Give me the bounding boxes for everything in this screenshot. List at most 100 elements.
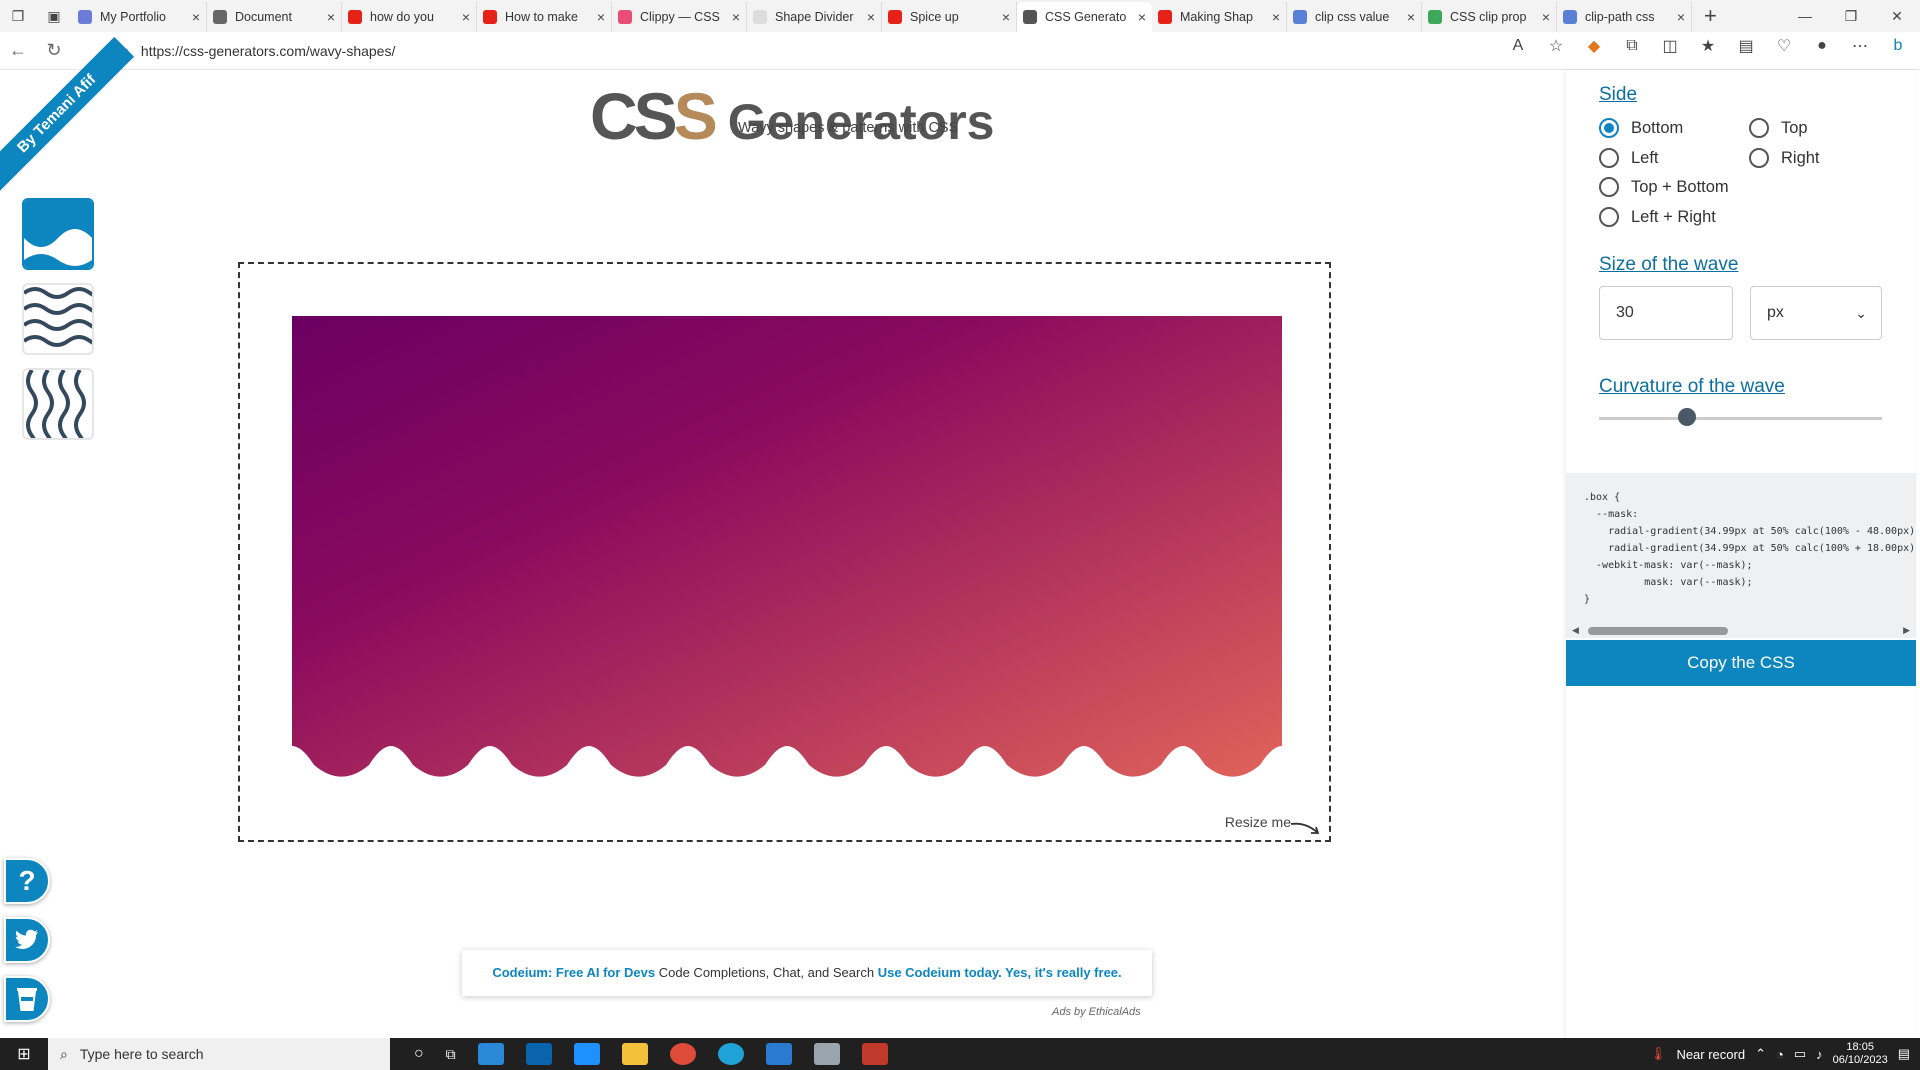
resize-arrow-icon[interactable] bbox=[1289, 818, 1323, 838]
workspaces-icon[interactable]: ❐ bbox=[8, 6, 28, 26]
restore-icon[interactable]: ❐ bbox=[1828, 8, 1874, 25]
address-bar[interactable]: 🔒︎ https://css-generators.com/wavy-shape… bbox=[112, 37, 1482, 65]
app-icon[interactable] bbox=[861, 1043, 888, 1065]
store-icon[interactable] bbox=[477, 1043, 504, 1065]
close-tab-icon[interactable]: × bbox=[192, 9, 200, 25]
thermometer-icon[interactable]: 🌡︎ bbox=[1650, 1046, 1667, 1062]
close-tab-icon[interactable]: × bbox=[1407, 9, 1415, 25]
new-tab-button[interactable]: + bbox=[1704, 3, 1717, 29]
wifi-icon[interactable]: ◔ bbox=[1776, 1047, 1784, 1062]
extensions-icon[interactable]: ⧉ bbox=[1620, 37, 1644, 55]
side-option-bottom[interactable]: Bottom bbox=[1599, 118, 1683, 138]
chrome-icon[interactable] bbox=[669, 1043, 696, 1065]
close-tab-icon[interactable]: × bbox=[867, 9, 875, 25]
notifications-icon[interactable]: ▤ bbox=[1898, 1046, 1910, 1062]
scroll-left-icon[interactable]: ◀ bbox=[1572, 625, 1579, 636]
profile-avatar[interactable]: ● bbox=[1810, 37, 1834, 55]
collections-icon[interactable]: ▤ bbox=[1734, 36, 1758, 56]
buy-coffee-button[interactable] bbox=[4, 976, 50, 1022]
browser-tab[interactable]: CSS Generato × bbox=[1017, 2, 1152, 32]
browser-tab[interactable]: how do you × bbox=[342, 2, 477, 32]
wave-size-input[interactable]: 30 bbox=[1599, 286, 1733, 340]
tray-chevron-icon[interactable]: ⌃ bbox=[1755, 1046, 1766, 1062]
favorite-star-icon[interactable]: ☆ bbox=[1544, 36, 1568, 56]
bing-copilot-icon[interactable]: b bbox=[1886, 37, 1910, 55]
radio-unchecked[interactable] bbox=[1599, 177, 1619, 197]
browser-tab[interactable]: Making Shap × bbox=[1152, 2, 1287, 32]
back-icon[interactable]: ← bbox=[0, 40, 36, 61]
site-logo[interactable]: CSS Generators bbox=[590, 78, 995, 154]
ad-banner[interactable]: Codeium: Free AI for Devs Code Completio… bbox=[462, 950, 1152, 996]
browser-tab[interactable]: CSS clip prop × bbox=[1422, 2, 1557, 32]
side-option-top[interactable]: Top bbox=[1749, 118, 1808, 138]
wave-shape-thumb[interactable] bbox=[22, 198, 94, 270]
refresh-icon[interactable]: ↻ bbox=[36, 40, 72, 61]
metamask-extension-icon[interactable]: ◆ bbox=[1582, 36, 1606, 56]
curvature-slider-track[interactable] bbox=[1599, 417, 1882, 420]
side-option-left[interactable]: Left bbox=[1599, 148, 1659, 168]
task-view-icon[interactable]: ⧉ bbox=[446, 1046, 456, 1063]
favorites-icon[interactable]: ★ bbox=[1696, 36, 1720, 56]
wave-vertical-thumb[interactable] bbox=[22, 368, 94, 440]
ad-attribution[interactable]: Ads by EthicalAds bbox=[1052, 1006, 1141, 1018]
battery-icon[interactable]: ▭ bbox=[1794, 1046, 1806, 1062]
close-tab-icon[interactable]: × bbox=[1138, 9, 1146, 25]
vscode-icon[interactable] bbox=[765, 1043, 792, 1065]
ad-cta-link[interactable]: Use Codeium today. Yes, it's really free… bbox=[878, 965, 1122, 980]
close-tab-icon[interactable]: × bbox=[327, 9, 335, 25]
curvature-slider-handle[interactable] bbox=[1677, 408, 1696, 426]
scroll-right-icon[interactable]: ▶ bbox=[1903, 625, 1910, 636]
weather-text[interactable]: Near record bbox=[1676, 1047, 1745, 1062]
performance-icon[interactable]: ♡ bbox=[1772, 36, 1796, 56]
close-tab-icon[interactable]: × bbox=[1677, 9, 1685, 25]
ad-brand-link[interactable]: Codeium: Free AI for Devs bbox=[492, 965, 655, 980]
browser-tab[interactable]: My Portfolio × bbox=[72, 2, 207, 32]
close-tab-icon[interactable]: × bbox=[462, 9, 470, 25]
paint-icon[interactable] bbox=[813, 1043, 840, 1065]
close-tab-icon[interactable]: × bbox=[1542, 9, 1550, 25]
browser-tab[interactable]: Document × bbox=[207, 2, 342, 32]
tab-actions-icon[interactable]: ▣ bbox=[44, 6, 64, 26]
help-button[interactable]: ? bbox=[4, 858, 50, 904]
cortana-icon[interactable]: ○ bbox=[414, 1045, 424, 1063]
windows-start-icon[interactable]: ⊞ bbox=[0, 1044, 48, 1064]
side-option-left-right[interactable]: Left + Right bbox=[1599, 207, 1716, 227]
code-horizontal-scrollbar[interactable]: ◀ ▶ bbox=[1566, 624, 1916, 638]
browser-tab[interactable]: Spice up × bbox=[882, 2, 1017, 32]
more-menu-icon[interactable]: ⋯ bbox=[1848, 36, 1872, 56]
volume-icon[interactable]: ♪ bbox=[1816, 1047, 1823, 1062]
minimize-icon[interactable]: — bbox=[1782, 8, 1828, 24]
wave-lines-thumb[interactable] bbox=[22, 283, 94, 355]
file-explorer-icon[interactable] bbox=[621, 1043, 648, 1065]
copy-css-button[interactable]: Copy the CSS bbox=[1566, 640, 1916, 686]
browser-tab[interactable]: clip css value × bbox=[1287, 2, 1422, 32]
close-tab-icon[interactable]: × bbox=[1272, 9, 1280, 25]
browser-tab[interactable]: Clippy — CSS × bbox=[612, 2, 747, 32]
radio-unchecked[interactable] bbox=[1749, 118, 1769, 138]
browser-tab[interactable]: clip-path css × bbox=[1557, 2, 1692, 32]
split-screen-icon[interactable]: ◫ bbox=[1658, 36, 1682, 56]
mail-icon[interactable] bbox=[525, 1043, 552, 1065]
close-tab-icon[interactable]: × bbox=[597, 9, 605, 25]
wave-size-unit-select[interactable]: px ⌄ bbox=[1750, 286, 1882, 340]
close-tab-icon[interactable]: × bbox=[732, 9, 740, 25]
browser-tab[interactable]: Shape Divider × bbox=[747, 2, 882, 32]
side-option-right[interactable]: Right bbox=[1749, 148, 1820, 168]
css-code-output[interactable]: .box { --mask: radial-gradient(34.99px a… bbox=[1566, 473, 1916, 633]
radio-checked[interactable] bbox=[1599, 118, 1619, 138]
radio-unchecked[interactable] bbox=[1599, 207, 1619, 227]
close-window-icon[interactable]: ✕ bbox=[1874, 8, 1920, 25]
taskbar-search-box[interactable]: ⌕ Type here to search bbox=[48, 1038, 390, 1070]
url-text[interactable]: https://css-generators.com/wavy-shapes/ bbox=[141, 43, 395, 59]
taskbar-clock[interactable]: 18:05 06/10/2023 bbox=[1833, 1041, 1888, 1067]
close-tab-icon[interactable]: × bbox=[1002, 9, 1010, 25]
scrollbar-thumb[interactable] bbox=[1588, 627, 1728, 635]
read-aloud-icon[interactable]: A bbox=[1506, 37, 1530, 55]
side-option-top-bottom[interactable]: Top + Bottom bbox=[1599, 177, 1729, 197]
calendar-icon[interactable] bbox=[573, 1043, 600, 1065]
resizable-preview-area[interactable]: Resize me bbox=[238, 262, 1331, 842]
twitter-button[interactable] bbox=[4, 917, 50, 963]
browser-tab[interactable]: How to make × bbox=[477, 2, 612, 32]
radio-unchecked[interactable] bbox=[1749, 148, 1769, 168]
radio-unchecked[interactable] bbox=[1599, 148, 1619, 168]
